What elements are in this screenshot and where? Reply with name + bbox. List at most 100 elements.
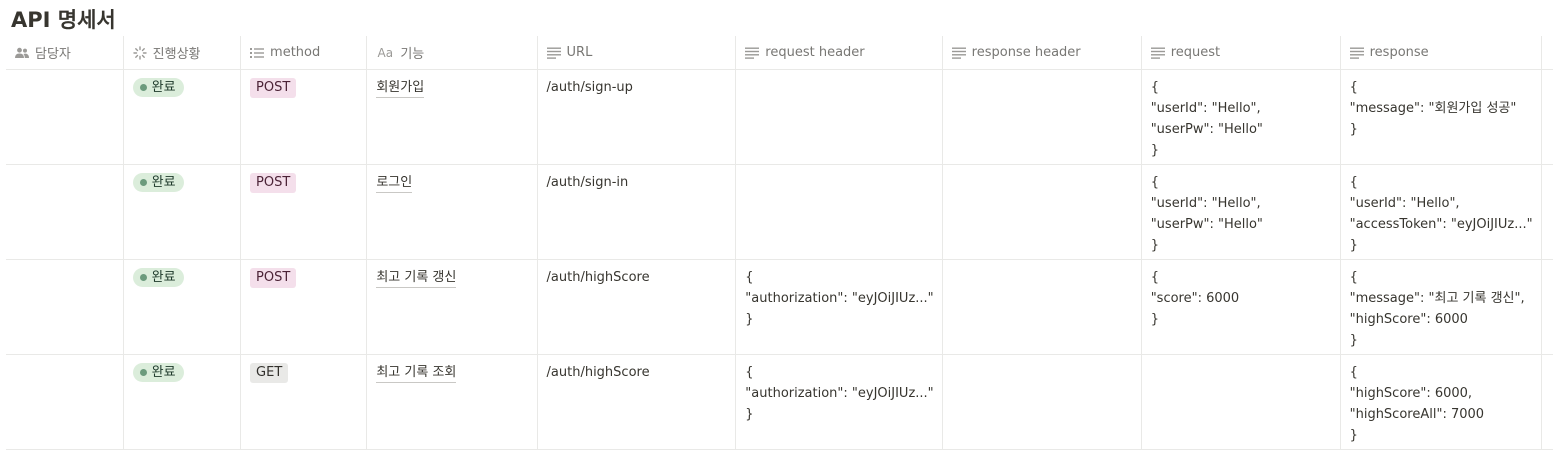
method-cell[interactable]: POST	[240, 164, 367, 260]
code-line: "accessToken": "eyJOiJIUz..."	[1349, 217, 1533, 232]
status-label: 완료	[151, 365, 176, 380]
request-header-cell[interactable]	[735, 69, 943, 165]
status-label: 완료	[151, 270, 176, 285]
response-header-cell[interactable]	[941, 354, 1142, 450]
code-line: }	[1349, 238, 1358, 253]
column-header-url[interactable]: URL	[536, 36, 736, 70]
code-line: }	[1349, 333, 1358, 348]
request-header-cell[interactable]: { "authorization": "eyJOiJIUz..." }	[735, 354, 943, 450]
status-badge[interactable]: 완료	[132, 173, 184, 192]
table-row[interactable]: 완료 POST 로그인 /auth/sign-in { "userId": "H…	[6, 164, 1553, 260]
add-column-cell	[1540, 354, 1553, 450]
table-row[interactable]: 완료 POST 최고 기록 갱신 /auth/highScore { "auth…	[6, 259, 1553, 355]
url-value: /auth/highScore	[546, 270, 650, 285]
assignee-cell[interactable]	[6, 69, 124, 165]
response-header-cell[interactable]	[941, 259, 1142, 355]
code-line: "highScore": 6000,	[1349, 386, 1473, 401]
feature-title-link[interactable]: 회원가입	[376, 78, 425, 98]
assignee-value	[6, 70, 123, 77]
status-dot-icon	[139, 179, 147, 186]
assignee-cell[interactable]	[6, 164, 124, 260]
column-header-request-header[interactable]: request header	[735, 36, 943, 70]
response-cell[interactable]: { "message": "회원가입 성공" }	[1339, 69, 1542, 165]
column-header-feature[interactable]: Aa 기능	[366, 36, 538, 70]
code-line: {	[1349, 270, 1358, 285]
feature-title-link[interactable]: 최고 기록 조회	[376, 363, 457, 383]
feature-cell[interactable]: 최고 기록 갱신	[366, 259, 538, 355]
url-value: /auth/sign-in	[546, 175, 629, 190]
url-cell[interactable]: /auth/highScore	[536, 259, 736, 355]
status-cell[interactable]: 완료	[122, 69, 241, 165]
column-header-method[interactable]: method	[240, 36, 367, 70]
method-tag: GET	[250, 363, 289, 383]
method-cell[interactable]: POST	[240, 69, 367, 165]
status-cell[interactable]: 완료	[122, 259, 241, 355]
method-cell[interactable]: GET	[240, 354, 367, 450]
response-cell[interactable]: { "userId": "Hello", "accessToken": "eyJ…	[1339, 164, 1542, 260]
code-line: {	[1150, 175, 1159, 190]
people-icon	[15, 46, 29, 60]
status-cell[interactable]: 완료	[122, 164, 241, 260]
text-lines-icon	[1349, 46, 1364, 60]
code-line: "userPw": "Hello"	[1150, 122, 1263, 137]
feature-title-link[interactable]: 로그인	[376, 173, 413, 193]
request-cell[interactable]: { "score": 6000 }	[1140, 259, 1341, 355]
status-badge[interactable]: 완료	[132, 268, 184, 287]
url-value: /auth/highScore	[546, 365, 650, 380]
assignee-cell[interactable]	[6, 354, 124, 450]
code-line: {	[1150, 270, 1159, 285]
request-header-cell[interactable]: { "authorization": "eyJOiJIUz..." }	[735, 259, 943, 355]
method-cell[interactable]: POST	[240, 259, 367, 355]
response-header-cell[interactable]	[941, 69, 1142, 165]
url-cell[interactable]: /auth/sign-in	[536, 164, 736, 260]
column-header-assignee[interactable]: 담당자	[6, 36, 124, 70]
code-line: "userId": "Hello",	[1349, 196, 1460, 211]
code-line: }	[745, 407, 754, 422]
feature-cell[interactable]: 회원가입	[366, 69, 538, 165]
text-lines-icon	[1150, 46, 1165, 60]
table-row[interactable]: 완료 GET 최고 기록 조회 /auth/highScore { "autho…	[6, 354, 1553, 450]
table-row[interactable]: 완료 POST 회원가입 /auth/sign-up { "userId": "…	[6, 69, 1553, 165]
status-cell[interactable]: 완료	[122, 354, 241, 450]
code-line: {	[1150, 80, 1159, 95]
column-header-response-header[interactable]: response header	[941, 36, 1142, 70]
code-line: "authorization": "eyJOiJIUz..."	[745, 291, 934, 306]
status-badge[interactable]: 완료	[132, 78, 184, 97]
column-header-request[interactable]: request	[1140, 36, 1341, 70]
request-cell[interactable]	[1140, 354, 1341, 450]
text-lines-icon	[546, 46, 561, 60]
assignee-value	[6, 165, 123, 172]
code-line: }	[1150, 238, 1159, 253]
column-label: method	[270, 45, 321, 60]
code-line: {	[1349, 365, 1358, 380]
response-cell[interactable]: { "message": "최고 기록 갱신", "highScore": 60…	[1339, 259, 1542, 355]
request-header-cell[interactable]	[735, 164, 943, 260]
response-header-cell[interactable]	[941, 164, 1142, 260]
code-line: "authorization": "eyJOiJIUz..."	[745, 386, 934, 401]
column-label: request	[1170, 45, 1221, 60]
list-icon	[250, 46, 265, 60]
request-cell[interactable]: { "userId": "Hello", "userPw": "Hello" }	[1140, 69, 1341, 165]
url-cell[interactable]: /auth/highScore	[536, 354, 736, 450]
status-badge[interactable]: 완료	[132, 363, 184, 382]
assignee-value	[6, 355, 123, 362]
assignee-cell[interactable]	[6, 259, 124, 355]
request-cell[interactable]: { "userId": "Hello", "userPw": "Hello" }	[1140, 164, 1341, 260]
code-line: "userId": "Hello",	[1150, 196, 1261, 211]
feature-cell[interactable]: 최고 기록 조회	[366, 354, 538, 450]
title-aa-icon: Aa	[377, 45, 394, 60]
column-label: 기능	[400, 47, 425, 62]
status-spinner-icon	[132, 45, 147, 60]
page-title: API 명세서	[11, 8, 116, 32]
code-line: }	[1349, 428, 1358, 443]
column-header-response[interactable]: response	[1339, 36, 1542, 70]
status-dot-icon	[139, 274, 147, 281]
add-column-cell	[1540, 164, 1553, 260]
url-cell[interactable]: /auth/sign-up	[536, 69, 736, 165]
text-lines-icon	[745, 46, 760, 60]
feature-title-link[interactable]: 최고 기록 갱신	[376, 268, 457, 288]
feature-cell[interactable]: 로그인	[366, 164, 538, 260]
code-line: }	[745, 312, 754, 327]
response-cell[interactable]: { "highScore": 6000, "highScoreAll": 700…	[1339, 354, 1542, 450]
column-header-status[interactable]: 진행상황	[122, 36, 241, 70]
